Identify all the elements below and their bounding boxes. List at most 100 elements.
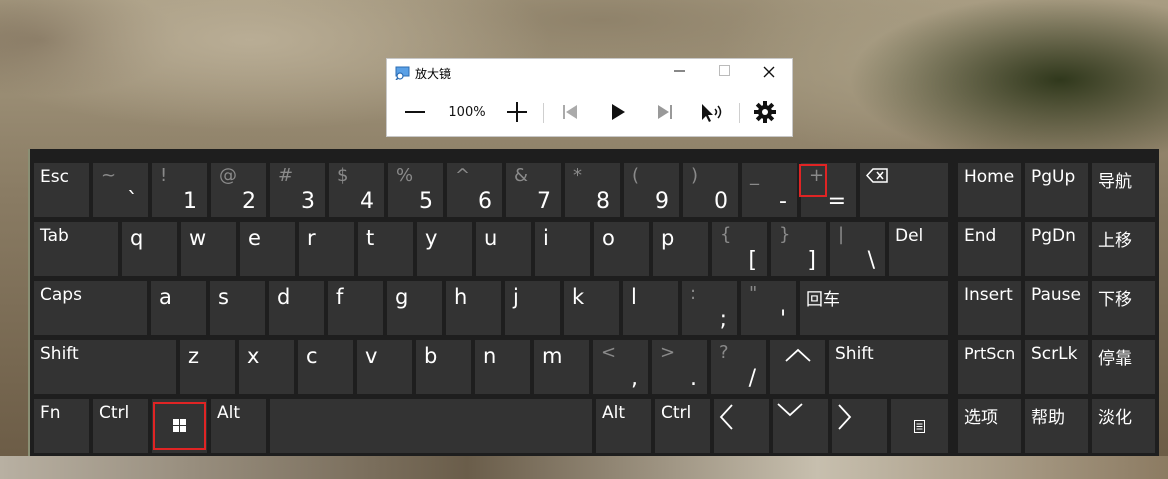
play-button[interactable] bbox=[606, 97, 630, 127]
key-semicolon[interactable]: :; bbox=[682, 281, 737, 335]
key-f[interactable]: f bbox=[328, 281, 383, 335]
maximize-button[interactable] bbox=[704, 61, 744, 85]
minimize-button[interactable] bbox=[659, 61, 699, 85]
key-end[interactable]: End bbox=[958, 222, 1021, 276]
key-caps[interactable]: Caps bbox=[34, 281, 147, 335]
key-5[interactable]: % 5 bbox=[388, 163, 443, 217]
key-t[interactable]: t bbox=[358, 222, 413, 276]
key-help[interactable]: 帮助 bbox=[1025, 399, 1088, 453]
key-backslash[interactable]: | \ bbox=[830, 222, 885, 276]
key-g[interactable]: g bbox=[387, 281, 442, 335]
key-n[interactable]: n bbox=[475, 340, 530, 394]
key-0[interactable]: ) 0 bbox=[683, 163, 738, 217]
previous-button[interactable] bbox=[558, 97, 582, 127]
key-pause[interactable]: Pause bbox=[1025, 281, 1088, 335]
key-move-down[interactable]: 下移 bbox=[1092, 281, 1155, 335]
key-alt-left[interactable]: Alt bbox=[211, 399, 266, 453]
key-right-bracket[interactable]: }] bbox=[771, 222, 826, 276]
key-1[interactable]: ! 1 bbox=[152, 163, 207, 217]
key-label: e bbox=[248, 226, 261, 250]
play-icon bbox=[612, 104, 625, 120]
key-r[interactable]: r bbox=[299, 222, 354, 276]
key-shift-left[interactable]: Shift bbox=[34, 340, 176, 394]
key-pgup[interactable]: PgUp bbox=[1025, 163, 1088, 217]
key-z[interactable]: z bbox=[180, 340, 235, 394]
key-tab[interactable]: Tab bbox=[34, 222, 118, 276]
key-8[interactable]: * 8 bbox=[565, 163, 620, 217]
key-menu[interactable] bbox=[891, 399, 948, 453]
key-move-up[interactable]: 上移 bbox=[1092, 222, 1155, 276]
key-arrow-down[interactable] bbox=[773, 399, 828, 453]
key-alt-right[interactable]: Alt bbox=[596, 399, 651, 453]
magnifier-app-icon bbox=[395, 66, 410, 80]
key-backtick[interactable]: ~ ` bbox=[93, 163, 148, 217]
key-esc[interactable]: Esc bbox=[34, 163, 89, 217]
key-9[interactable]: (9 bbox=[624, 163, 679, 217]
key-shift-right[interactable]: Shift bbox=[829, 340, 948, 394]
key-arrow-left[interactable] bbox=[714, 399, 769, 453]
key-scrlk[interactable]: ScrLk bbox=[1025, 340, 1088, 394]
key-7[interactable]: & 7 bbox=[506, 163, 561, 217]
key-3[interactable]: #3 bbox=[270, 163, 325, 217]
key-options[interactable]: 选项 bbox=[958, 399, 1021, 453]
zoom-in-button[interactable] bbox=[503, 97, 531, 127]
key-a[interactable]: a bbox=[151, 281, 206, 335]
key-insert[interactable]: Insert bbox=[958, 281, 1021, 335]
key-v[interactable]: v bbox=[357, 340, 412, 394]
settings-button[interactable] bbox=[751, 97, 779, 127]
key-enter[interactable]: 回车 bbox=[800, 281, 948, 335]
key-6[interactable]: ^ 6 bbox=[447, 163, 502, 217]
key-label: y bbox=[425, 226, 438, 250]
key-i[interactable]: i bbox=[535, 222, 590, 276]
key-pgdn[interactable]: PgDn bbox=[1025, 222, 1088, 276]
key-del[interactable]: Del bbox=[889, 222, 948, 276]
key-w[interactable]: w bbox=[181, 222, 236, 276]
key-period[interactable]: >. bbox=[652, 340, 707, 394]
key-backspace[interactable] bbox=[860, 163, 948, 217]
key-o[interactable]: o bbox=[594, 222, 649, 276]
key-nav[interactable]: 导航 bbox=[1092, 163, 1155, 217]
zoom-out-button[interactable] bbox=[401, 97, 429, 127]
key-fn[interactable]: Fn bbox=[34, 399, 89, 453]
key-label: Del bbox=[895, 226, 924, 246]
key-prtscn[interactable]: PrtScn bbox=[958, 340, 1021, 394]
key-m[interactable]: m bbox=[534, 340, 589, 394]
key-label: Ctrl bbox=[661, 403, 692, 423]
key-home[interactable]: Home bbox=[958, 163, 1021, 217]
key-s[interactable]: s bbox=[210, 281, 265, 335]
key-j[interactable]: j bbox=[505, 281, 560, 335]
key-ctrl-left[interactable]: Ctrl bbox=[93, 399, 148, 453]
key-l[interactable]: l bbox=[623, 281, 678, 335]
title-bar[interactable]: 放大镜 bbox=[387, 59, 792, 87]
key-b[interactable]: b bbox=[416, 340, 471, 394]
key-p[interactable]: p bbox=[653, 222, 708, 276]
key-minus[interactable]: _ - bbox=[742, 163, 797, 217]
key-shift-label: ? bbox=[719, 342, 729, 363]
key-label: j bbox=[513, 285, 519, 309]
key-e[interactable]: e bbox=[240, 222, 295, 276]
key-comma[interactable]: <, bbox=[593, 340, 648, 394]
key-4[interactable]: $4 bbox=[329, 163, 384, 217]
key-2[interactable]: @2 bbox=[211, 163, 266, 217]
key-k[interactable]: k bbox=[564, 281, 619, 335]
key-y[interactable]: y bbox=[417, 222, 472, 276]
key-ctrl-right[interactable]: Ctrl bbox=[655, 399, 710, 453]
key-d[interactable]: d bbox=[269, 281, 324, 335]
key-x[interactable]: x bbox=[239, 340, 294, 394]
key-dock[interactable]: 停靠 bbox=[1092, 340, 1155, 394]
key-arrow-up[interactable] bbox=[770, 340, 825, 394]
key-shift-label: : bbox=[690, 283, 697, 304]
key-h[interactable]: h bbox=[446, 281, 501, 335]
key-u[interactable]: u bbox=[476, 222, 531, 276]
key-space[interactable] bbox=[270, 399, 592, 453]
key-q[interactable]: q bbox=[122, 222, 177, 276]
key-c[interactable]: c bbox=[298, 340, 353, 394]
close-button[interactable] bbox=[749, 61, 789, 85]
key-arrow-right[interactable] bbox=[832, 399, 887, 453]
key-fade[interactable]: 淡化 bbox=[1092, 399, 1155, 453]
key-slash[interactable]: ? / bbox=[711, 340, 766, 394]
read-from-here-button[interactable] bbox=[698, 97, 728, 127]
key-left-bracket[interactable]: {[ bbox=[712, 222, 767, 276]
next-button[interactable] bbox=[653, 97, 677, 127]
key-quote[interactable]: " ' bbox=[741, 281, 796, 335]
